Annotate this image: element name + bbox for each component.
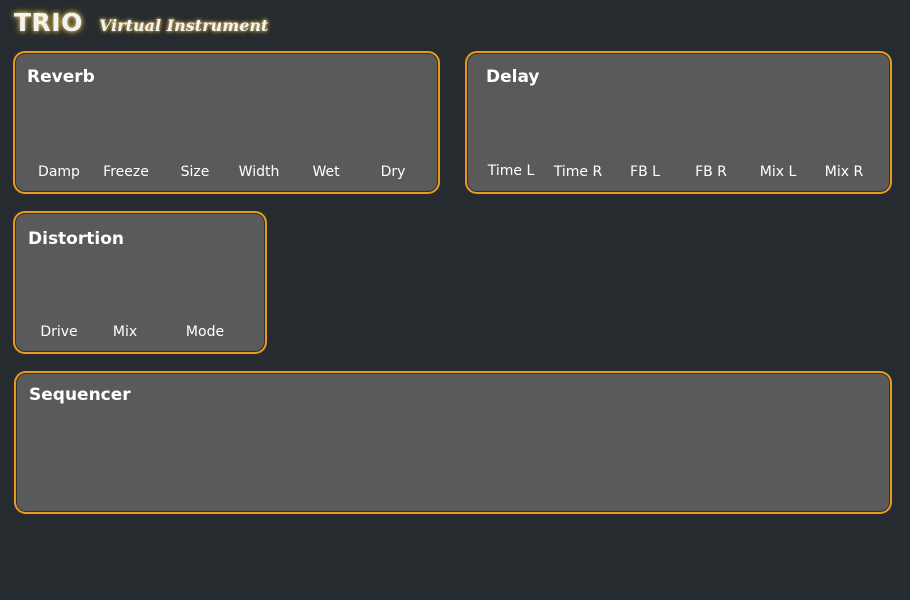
distortion-panel: Distortion Drive Mix Mode	[13, 211, 267, 354]
distortion-title: Distortion	[28, 229, 124, 249]
delay-mix-l-label: Mix L	[759, 164, 797, 180]
sequencer-panel: Sequencer	[14, 371, 892, 514]
delay-time-r-label: Time R	[553, 164, 603, 180]
delay-title: Delay	[486, 67, 540, 87]
delay-time-l-label: Time L	[487, 163, 535, 179]
reverb-damp-label: Damp	[38, 164, 80, 180]
delay-mix-r-label: Mix R	[824, 164, 864, 180]
reverb-panel: Reverb Damp Freeze Size Width Wet Dry	[13, 51, 440, 194]
delay-fb-r-label: FB R	[695, 164, 727, 180]
sequencer-title: Sequencer	[29, 385, 131, 405]
delay-fb-l-label: FB L	[630, 164, 660, 180]
distortion-mix-label: Mix	[112, 324, 138, 340]
reverb-size-label: Size	[180, 164, 210, 180]
reverb-wet-label: Wet	[312, 164, 340, 180]
app-title: TRIO	[14, 8, 83, 37]
delay-panel: Delay Time L Time R FB L FB R Mix L Mix …	[465, 51, 892, 194]
distortion-mode-label: Mode	[185, 324, 225, 340]
reverb-dry-label: Dry	[380, 164, 406, 180]
distortion-drive-label: Drive	[40, 324, 78, 340]
reverb-freeze-label: Freeze	[103, 164, 149, 180]
app-subtitle: Virtual Instrument	[99, 16, 269, 35]
reverb-width-label: Width	[238, 164, 280, 180]
reverb-title: Reverb	[27, 67, 95, 87]
